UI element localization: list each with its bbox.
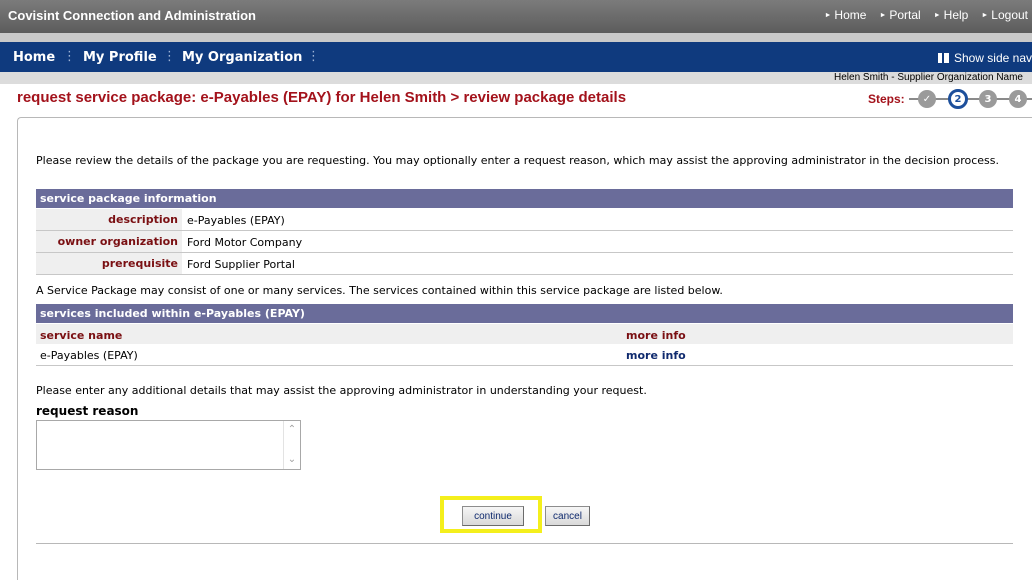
triangle-right-icon: ►	[981, 11, 989, 19]
package-info-value: e-Payables (EPAY)	[187, 214, 285, 227]
services-table-header: service name more info	[36, 324, 1013, 344]
top-link-help[interactable]: ► Help	[934, 8, 969, 22]
package-info-label: description	[36, 209, 182, 230]
top-link-help-label: Help	[943, 8, 969, 22]
side-nav-icon	[937, 53, 949, 63]
reason-prompt: Please enter any additional details that…	[36, 384, 647, 397]
top-link-home-label: Home	[834, 8, 867, 22]
top-title-bar: Covisint Connection and Administration ►…	[0, 0, 1032, 33]
app-title: Covisint Connection and Administration	[8, 8, 256, 23]
services-note: A Service Package may consist of one or …	[36, 284, 723, 297]
step-3: 3	[979, 90, 997, 108]
top-link-home[interactable]: ► Home	[824, 8, 866, 22]
top-link-portal-label: Portal	[889, 8, 921, 22]
top-link-logout-label: Logout	[991, 8, 1028, 22]
top-link-portal[interactable]: ► Portal	[879, 8, 920, 22]
page-title: request service package: e-Payables (EPA…	[17, 89, 627, 106]
column-header-service-name: service name	[40, 329, 123, 342]
top-link-logout[interactable]: ► Logout	[981, 8, 1028, 22]
steps-indicator: Steps: ✓ 2 3 4	[868, 89, 1032, 109]
package-info-header: service package information	[36, 189, 1013, 208]
triangle-right-icon: ►	[933, 11, 941, 19]
package-info-value: Ford Motor Company	[187, 236, 303, 249]
step-4: 4	[1009, 90, 1027, 108]
nav-separator: ⋮	[307, 49, 320, 64]
request-reason-label: request reason	[36, 404, 139, 418]
package-info-row: prerequisite Ford Supplier Portal	[36, 253, 1013, 275]
chevron-up-icon[interactable]: ⌃	[287, 425, 297, 435]
steps-label: Steps:	[868, 92, 905, 106]
table-row: e-Payables (EPAY) more info	[36, 344, 1013, 366]
services-header: services included within e-Payables (EPA…	[36, 304, 1013, 323]
textarea-scrollbar[interactable]: ⌃ ⌄	[283, 421, 300, 469]
nav-item-my-profile[interactable]: My Profile	[83, 50, 157, 65]
request-reason-box: ⌃ ⌄	[36, 420, 301, 470]
intro-text: Please review the details of the package…	[36, 154, 999, 167]
nav-item-home[interactable]: Home	[13, 50, 55, 65]
column-header-more-info: more info	[626, 329, 686, 342]
nav-item-my-organization[interactable]: My Organization	[182, 50, 302, 65]
service-name: e-Payables (EPAY)	[40, 349, 138, 362]
request-reason-textarea[interactable]	[37, 421, 283, 469]
bottom-divider	[36, 543, 1013, 544]
step-2-current: 2	[948, 89, 968, 109]
package-info-value: Ford Supplier Portal	[187, 258, 295, 271]
cancel-button[interactable]: cancel	[545, 506, 590, 526]
package-info-row: owner organization Ford Motor Company	[36, 231, 1013, 253]
triangle-right-icon: ►	[824, 11, 832, 19]
user-info-bar: Helen Smith - Supplier Organization Name	[0, 72, 1032, 84]
user-info: Helen Smith - Supplier Organization Name	[834, 72, 1023, 83]
show-side-nav-toggle[interactable]: Show side nav	[937, 51, 1032, 65]
package-info-label: prerequisite	[36, 253, 182, 274]
header-divider-strip	[0, 33, 1032, 42]
step-1-complete: ✓	[918, 90, 936, 108]
show-side-nav-label: Show side nav	[953, 51, 1032, 65]
more-info-link[interactable]: more info	[626, 349, 686, 362]
top-links: ► Home ► Portal ► Help ► Logout	[824, 8, 1028, 22]
continue-button[interactable]: continue	[462, 506, 524, 526]
nav-separator: ⋮	[163, 49, 176, 64]
nav-separator: ⋮	[63, 49, 76, 64]
chevron-down-icon[interactable]: ⌄	[287, 455, 297, 465]
package-info-label: owner organization	[36, 231, 182, 252]
triangle-right-icon: ►	[879, 11, 887, 19]
main-nav-bar: Home ⋮ My Profile ⋮ My Organization ⋮ Sh…	[0, 42, 1032, 72]
package-info-row: description e-Payables (EPAY)	[36, 209, 1013, 231]
